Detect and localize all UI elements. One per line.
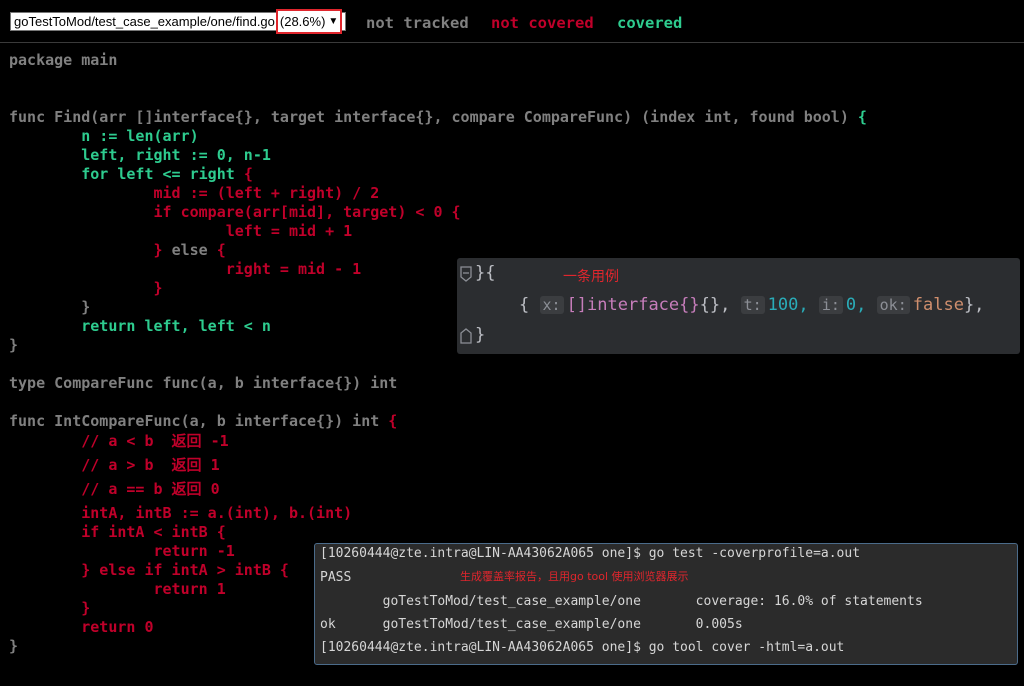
ide-line-3: } (475, 325, 486, 345)
param-hint-x: x: (539, 296, 564, 314)
code-line: } else if intA > intB { (9, 561, 289, 580)
terminal-line: [10260444@zte.intra@LIN-AA43062A065 one]… (320, 546, 861, 561)
terminal-line: PASS (320, 570, 352, 585)
test-case-annotation: 一条用例 (563, 269, 619, 285)
terminal-line: ok goTestToMod/test_case_example/one 0.0… (320, 617, 743, 632)
not-covered-code: left = mid + 1 (9, 222, 353, 240)
not-covered-code: { (388, 412, 398, 430)
code-line: type CompareFunc func(a, b interface{}) … (9, 374, 397, 393)
code-line: return -1 (9, 542, 235, 561)
not-covered-code: if compare(arr[mid], target) < 0 { (9, 203, 461, 221)
code-line: mid := (left + right) / 2 (9, 184, 379, 203)
param-hint-ok: ok: (876, 296, 910, 314)
not-tracked-code: package main (9, 51, 118, 69)
not-tracked-code: func Find(arr []interface{}, target inte… (9, 108, 858, 126)
coverage-percent: (28.6%) (279, 14, 326, 29)
code-line: if compare(arr[mid], target) < 0 { (9, 203, 461, 222)
not-covered-code: } (9, 279, 163, 297)
code-line: // a == b 返回 0 (9, 480, 220, 499)
code-line: n := len(arr) (9, 127, 199, 146)
not-covered-code: { (216, 241, 226, 259)
open-brace: { (519, 295, 530, 315)
not-tracked-code: } (9, 637, 19, 655)
not-covered-code: // a < b 返回 -1 (9, 432, 229, 450)
value-t: 100, (767, 295, 809, 315)
not-tracked-code: } (9, 298, 91, 316)
code-line: func IntCompareFunc(a, b interface{}) in… (9, 412, 397, 431)
not-covered-code: // a > b 返回 1 (9, 456, 220, 474)
not-covered-code: mid := (left + right) / 2 (9, 184, 380, 202)
terminal-line: goTestToMod/test_case_example/one covera… (320, 594, 923, 609)
fold-marker-icon[interactable] (460, 266, 474, 282)
file-select[interactable]: goTestToMod/test_case_example/one/find.g… (10, 9, 347, 34)
chevron-down-icon: ▼ (328, 16, 339, 27)
value-i: 0, (845, 295, 867, 315)
covered-code: { (857, 108, 867, 126)
value-ok: false (912, 295, 964, 315)
ide-line-2: { x: []interface{}{}, t: 100, i: 0, ok: fals… (519, 295, 984, 315)
legend-not-tracked: not tracked (366, 14, 469, 32)
coverage-percent-highlight: (28.6%) ▼ (275, 9, 343, 34)
not-covered-code: right = mid - 1 (9, 260, 362, 278)
not-covered-code: } (9, 241, 172, 259)
not-covered-code: { (243, 165, 253, 183)
terminal-annotation: 生成覆盖率报告，且用go tool 使用浏览器展示 (460, 570, 689, 583)
code-line: } else { (9, 241, 226, 260)
code-line: // a < b 返回 -1 (9, 432, 229, 451)
code-line: if intA < intB { (9, 523, 226, 542)
not-covered-code: // a == b 返回 0 (9, 480, 220, 498)
covered-code: for left <= right (9, 165, 244, 183)
not-covered-code: } else if intA > intB { (9, 561, 289, 579)
not-covered-code: intA, intB := a.(int), b.(int) (9, 504, 353, 522)
not-tracked-code: else (171, 241, 217, 259)
file-select-filename: goTestToMod/test_case_example/one/find.g… (14, 14, 275, 29)
code-line: left = mid + 1 (9, 222, 352, 241)
terminal-window: [10260444@zte.intra@LIN-AA43062A065 one]… (314, 543, 1018, 665)
code-line: // a > b 返回 1 (9, 456, 220, 475)
fold-end-marker-icon[interactable] (460, 328, 474, 344)
code-line: return 0 (9, 618, 154, 637)
not-covered-code: return -1 (9, 542, 235, 560)
not-covered-code: return 1 (9, 580, 226, 598)
legend-covered: covered (617, 14, 683, 32)
covered-code: n := len(arr) (9, 127, 199, 145)
terminal-line: [10260444@zte.intra@LIN-AA43062A065 one]… (320, 640, 845, 655)
code-line: return 1 (9, 580, 226, 599)
ide-line-1: }{ (475, 263, 496, 283)
not-tracked-code: func IntCompareFunc(a, b interface{}) in… (9, 412, 389, 430)
param-hint-t: t: (740, 296, 765, 314)
code-line: for left <= right { (9, 165, 253, 184)
legend-not-covered: not covered (491, 14, 594, 32)
code-line: } (9, 336, 18, 355)
coverage-toolbar: goTestToMod/test_case_example/one/find.g… (0, 0, 1024, 43)
code-line: } (9, 637, 18, 656)
value-x-rest: {}, (699, 295, 731, 315)
not-covered-code: } (9, 599, 91, 617)
code-line: package main (9, 51, 117, 70)
value-x-type: []interface{} (566, 295, 700, 315)
code-line: func Find(arr []interface{}, target inte… (9, 108, 867, 127)
not-tracked-code: } (9, 336, 19, 354)
code-line: left, right := 0, n-1 (9, 146, 271, 165)
close-entry: }, (963, 295, 985, 315)
param-hint-i: i: (818, 296, 843, 314)
code-line: return left, left < n (9, 317, 271, 336)
code-line: } (9, 279, 163, 298)
covered-code: left, right := 0, n-1 (9, 146, 271, 164)
code-line: } (9, 599, 90, 618)
code-line: right = mid - 1 (9, 260, 361, 279)
ide-test-case-popup: }{ 一条用例 { x: []interface{}{}, t: 100, i: 0,… (457, 258, 1020, 354)
code-line: intA, intB := a.(int), b.(int) (9, 504, 352, 523)
not-covered-code: if intA < intB { (9, 523, 226, 541)
code-line: } (9, 298, 90, 317)
covered-code: return left, left < n (9, 317, 271, 335)
not-tracked-code: type CompareFunc func(a, b interface{}) … (9, 374, 398, 392)
not-covered-code: return 0 (9, 618, 154, 636)
